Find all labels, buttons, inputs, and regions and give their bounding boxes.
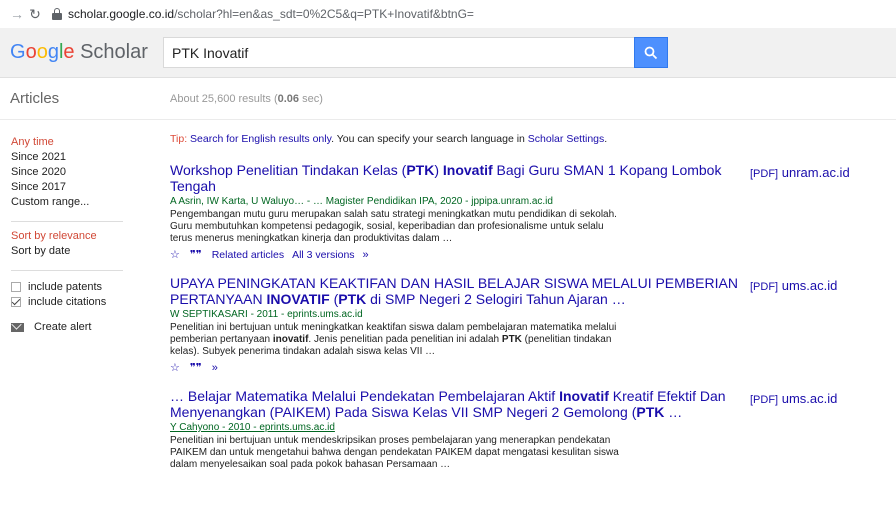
sort-by-date[interactable]: Sort by date bbox=[11, 245, 170, 260]
more-icon[interactable]: » bbox=[212, 362, 218, 374]
envelope-icon bbox=[11, 322, 24, 332]
search-result: Workshop Penelitian Tindakan Kelas (PTK)… bbox=[170, 162, 870, 261]
section-label: Articles bbox=[10, 90, 60, 107]
more-icon[interactable]: » bbox=[363, 249, 369, 261]
filter-sidebar: Any time Since 2021 Since 2020 Since 201… bbox=[0, 120, 170, 485]
checkbox-checked[interactable] bbox=[11, 296, 21, 307]
cite-icon[interactable]: ❞❞ bbox=[190, 248, 202, 261]
result-snippet: Pengembangan mutu guru merupakan salah s… bbox=[170, 209, 617, 244]
search-button[interactable] bbox=[634, 37, 668, 68]
reload-icon[interactable]: ↻ bbox=[26, 6, 44, 23]
browser-toolbar: → ↻ scholar.google.co.id/scholar?hl=en&a… bbox=[0, 0, 896, 28]
filter-since-2020[interactable]: Since 2020 bbox=[11, 166, 170, 181]
address-bar[interactable]: scholar.google.co.id/scholar?hl=en&as_sd… bbox=[68, 7, 474, 21]
result-authors[interactable]: Y Cahyono - 2010 - eprints.ums.ac.id bbox=[170, 422, 750, 433]
result-authors[interactable]: A Asrin, IW Karta, U Waluyo… - … Magiste… bbox=[170, 196, 750, 207]
result-actions: ☆ ❞❞ » bbox=[170, 361, 750, 375]
search-tip: Tip: Search for English results only. Yo… bbox=[170, 133, 608, 145]
include-patents-checkbox[interactable]: include patents bbox=[11, 279, 170, 294]
search-result: … Belajar Matematika Melalui Pendekatan … bbox=[170, 388, 870, 471]
result-snippet: Penelitian ini bertujuan untuk meningkat… bbox=[170, 322, 617, 357]
forward-icon[interactable]: → bbox=[8, 6, 26, 22]
include-citations-label: include citations bbox=[28, 295, 107, 308]
english-only-link[interactable]: Search for English results only bbox=[190, 133, 331, 145]
filter-since-2021[interactable]: Since 2021 bbox=[11, 151, 170, 166]
divider bbox=[11, 270, 123, 271]
search-icon bbox=[644, 46, 658, 59]
search-input[interactable] bbox=[163, 37, 634, 68]
logo-scholar-word: Scholar bbox=[80, 41, 148, 63]
result-count: About 25,600 results (0.06 sec) bbox=[170, 92, 323, 105]
results-list: Tip: Search for English results only. Yo… bbox=[170, 120, 870, 485]
scholar-settings-link[interactable]: Scholar Settings bbox=[528, 133, 604, 145]
pdf-link[interactable]: [PDF] unram.ac.id bbox=[750, 162, 870, 261]
pdf-link[interactable]: [PDF] ums.ac.id bbox=[750, 388, 870, 471]
search-box bbox=[163, 37, 668, 68]
result-title[interactable]: UPAYA PENINGKATAN KEAKTIFAN DAN HASIL BE… bbox=[170, 275, 750, 307]
url-path: /scholar?hl=en&as_sdt=0%2C5&q=PTK+Inovat… bbox=[174, 7, 474, 21]
star-icon[interactable]: ☆ bbox=[170, 361, 180, 374]
include-citations-checkbox[interactable]: include citations bbox=[11, 294, 170, 309]
filter-since-2017[interactable]: Since 2017 bbox=[11, 181, 170, 196]
lock-icon[interactable] bbox=[52, 8, 62, 20]
create-alert-label: Create alert bbox=[34, 321, 92, 333]
checkbox-unchecked[interactable] bbox=[11, 281, 21, 292]
search-result: UPAYA PENINGKATAN KEAKTIFAN DAN HASIL BE… bbox=[170, 275, 870, 374]
star-icon[interactable]: ☆ bbox=[170, 248, 180, 261]
related-articles-link[interactable]: Related articles bbox=[212, 249, 284, 261]
google-scholar-logo[interactable]: Google Scholar bbox=[0, 41, 163, 64]
versions-link[interactable]: All 3 versions bbox=[292, 249, 354, 261]
cite-icon[interactable]: ❞❞ bbox=[190, 361, 202, 374]
url-domain: scholar.google.co.id bbox=[68, 7, 175, 21]
include-patents-label: include patents bbox=[28, 280, 102, 293]
scholar-header: Google Scholar bbox=[0, 28, 896, 78]
filter-custom-range[interactable]: Custom range... bbox=[11, 196, 170, 211]
result-actions: ☆ ❞❞ Related articles All 3 versions » bbox=[170, 248, 750, 262]
result-snippet: Penelitian ini bertujuan untuk mendeskri… bbox=[170, 435, 619, 470]
result-title[interactable]: … Belajar Matematika Melalui Pendekatan … bbox=[170, 388, 750, 420]
result-authors[interactable]: W SEPTIKASARI - 2011 - eprints.ums.ac.id bbox=[170, 309, 750, 320]
result-title[interactable]: Workshop Penelitian Tindakan Kelas (PTK)… bbox=[170, 162, 750, 194]
divider bbox=[11, 221, 123, 222]
pdf-link[interactable]: [PDF] ums.ac.id bbox=[750, 275, 870, 374]
results-subheader: Articles About 25,600 results (0.06 sec) bbox=[0, 78, 896, 120]
create-alert-button[interactable]: Create alert bbox=[11, 321, 170, 333]
sort-by-relevance[interactable]: Sort by relevance bbox=[11, 230, 170, 245]
filter-any-time[interactable]: Any time bbox=[11, 136, 170, 151]
